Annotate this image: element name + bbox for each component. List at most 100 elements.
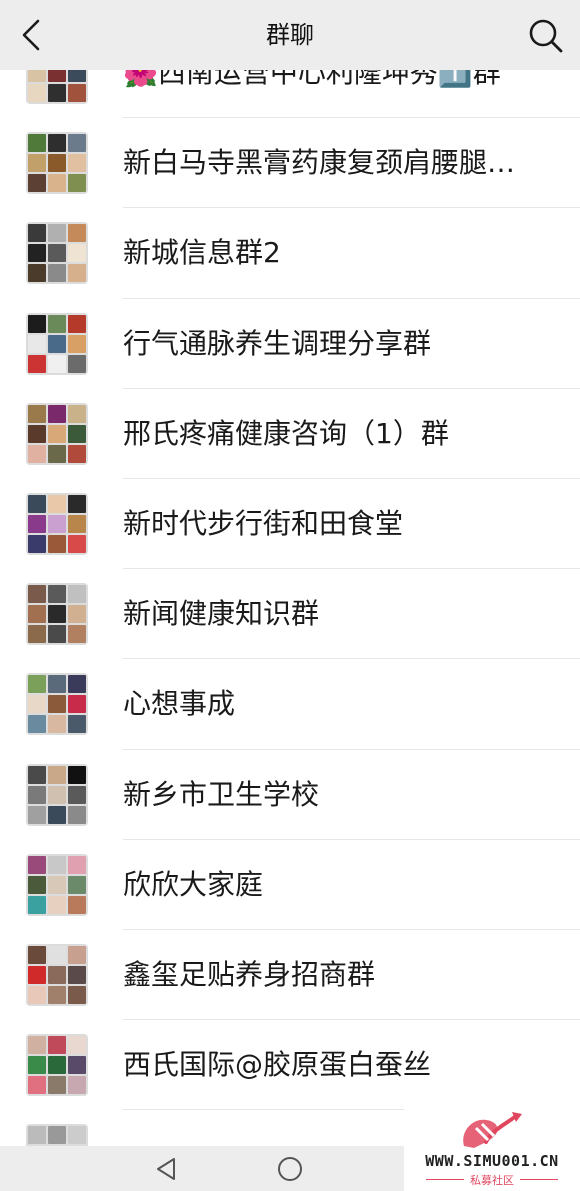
member-thumbnail — [28, 715, 46, 734]
member-thumbnail — [28, 895, 46, 914]
member-thumbnail — [48, 965, 66, 984]
member-thumbnail — [68, 695, 86, 714]
member-thumbnail — [68, 1036, 86, 1055]
member-thumbnail — [48, 70, 66, 82]
watermark: WWW.SIMU001.CN 私募社区 — [404, 1104, 580, 1191]
member-thumbnail — [48, 134, 66, 153]
member-thumbnail — [68, 314, 86, 333]
member-thumbnail — [68, 585, 86, 604]
group-row[interactable]: 鑫玺足贴养身招商群 — [0, 929, 580, 1021]
member-thumbnail — [68, 264, 86, 283]
member-thumbnail — [48, 805, 66, 824]
group-avatar — [26, 763, 88, 826]
group-row[interactable]: 欣欣大家庭 — [0, 839, 580, 930]
group-name: 欣欣大家庭 — [123, 867, 264, 901]
group-avatar — [26, 312, 88, 375]
member-thumbnail — [28, 765, 46, 784]
member-thumbnail — [68, 224, 86, 243]
member-thumbnail — [68, 765, 86, 784]
group-avatar — [26, 673, 88, 736]
group-name: 新城信息群2 — [123, 236, 281, 270]
nav-back-icon[interactable] — [152, 1154, 182, 1184]
member-thumbnail — [68, 965, 86, 984]
member-thumbnail — [48, 494, 66, 513]
member-thumbnail — [48, 444, 66, 463]
member-thumbnail — [28, 1056, 46, 1075]
group-name: 行气通脉养生调理分享群 — [123, 326, 432, 360]
member-thumbnail — [68, 354, 86, 373]
group-row[interactable]: 新城信息群2 — [0, 208, 580, 299]
member-thumbnail — [28, 805, 46, 824]
member-thumbnail — [28, 134, 46, 153]
member-thumbnail — [68, 805, 86, 824]
page-title: 群聊 — [266, 21, 314, 49]
member-thumbnail — [48, 945, 66, 964]
group-row[interactable]: 邢氏疼痛健康咨询（1）群 — [0, 388, 580, 479]
member-thumbnail — [68, 985, 86, 1004]
member-thumbnail — [48, 1126, 66, 1145]
member-thumbnail — [28, 404, 46, 423]
member-thumbnail — [28, 965, 46, 984]
member-thumbnail — [48, 625, 66, 644]
watermark-site: WWW.SIMU001.CN — [425, 1152, 559, 1170]
member-thumbnail — [28, 314, 46, 333]
group-avatar — [26, 1034, 88, 1097]
member-thumbnail — [68, 855, 86, 874]
nav-home-icon[interactable] — [275, 1154, 305, 1184]
member-thumbnail — [28, 224, 46, 243]
member-thumbnail — [28, 70, 46, 82]
group-avatar — [26, 402, 88, 465]
member-thumbnail — [68, 675, 86, 694]
member-thumbnail — [48, 605, 66, 624]
group-name: 新乡市卫生学校 — [123, 777, 320, 811]
member-thumbnail — [28, 855, 46, 874]
member-thumbnail — [68, 494, 86, 513]
group-avatar — [26, 70, 88, 104]
member-thumbnail — [48, 715, 66, 734]
member-thumbnail — [28, 945, 46, 964]
member-thumbnail — [48, 985, 66, 1004]
member-thumbnail — [28, 605, 46, 624]
member-thumbnail — [68, 70, 86, 82]
group-row[interactable]: 🌺西南运营中心利隆坤秀1️⃣群 — [0, 70, 580, 119]
member-thumbnail — [28, 334, 46, 353]
member-thumbnail — [28, 675, 46, 694]
member-thumbnail — [68, 154, 86, 173]
member-thumbnail — [68, 895, 86, 914]
member-thumbnail — [48, 534, 66, 553]
group-avatar — [26, 943, 88, 1006]
group-row[interactable]: 新时代步行街和田食堂 — [0, 478, 580, 570]
group-chat-list[interactable]: 🌺西南运营中心利隆坤秀1️⃣群 新白马寺黑膏药康复颈肩腰腿… 新城信息群2 行气… — [0, 70, 580, 1146]
group-avatar — [26, 1124, 88, 1146]
group-row[interactable]: 行气通脉养生调理分享群 — [0, 298, 580, 389]
member-thumbnail — [48, 424, 66, 443]
member-thumbnail — [48, 1056, 66, 1075]
member-thumbnail — [48, 264, 66, 283]
member-thumbnail — [28, 174, 46, 193]
member-thumbnail — [28, 695, 46, 714]
group-row[interactable]: 心想事成 — [0, 659, 580, 750]
member-thumbnail — [48, 585, 66, 604]
member-thumbnail — [48, 895, 66, 914]
member-thumbnail — [28, 985, 46, 1004]
member-thumbnail — [28, 444, 46, 463]
group-row[interactable]: 西氏国际@胶原蛋白蚕丝 — [0, 1020, 580, 1111]
watermark-subtitle: 私募社区 — [470, 1174, 514, 1187]
group-row[interactable]: 新闻健康知识群 — [0, 569, 580, 660]
member-thumbnail — [28, 534, 46, 553]
member-thumbnail — [48, 174, 66, 193]
search-icon[interactable] — [524, 14, 566, 56]
member-thumbnail — [48, 1036, 66, 1055]
member-thumbnail — [68, 444, 86, 463]
group-name: 西氏国际@胶原蛋白蚕丝 — [123, 1048, 432, 1082]
member-thumbnail — [28, 785, 46, 804]
group-row[interactable]: 新白马寺黑膏药康复颈肩腰腿… — [0, 118, 580, 209]
group-avatar — [26, 222, 88, 285]
member-thumbnail — [68, 404, 86, 423]
group-avatar — [26, 132, 88, 195]
member-thumbnail — [28, 585, 46, 604]
member-thumbnail — [48, 785, 66, 804]
member-thumbnail — [48, 1076, 66, 1095]
watermark-rule — [520, 1179, 558, 1180]
group-row[interactable]: 新乡市卫生学校 — [0, 749, 580, 840]
